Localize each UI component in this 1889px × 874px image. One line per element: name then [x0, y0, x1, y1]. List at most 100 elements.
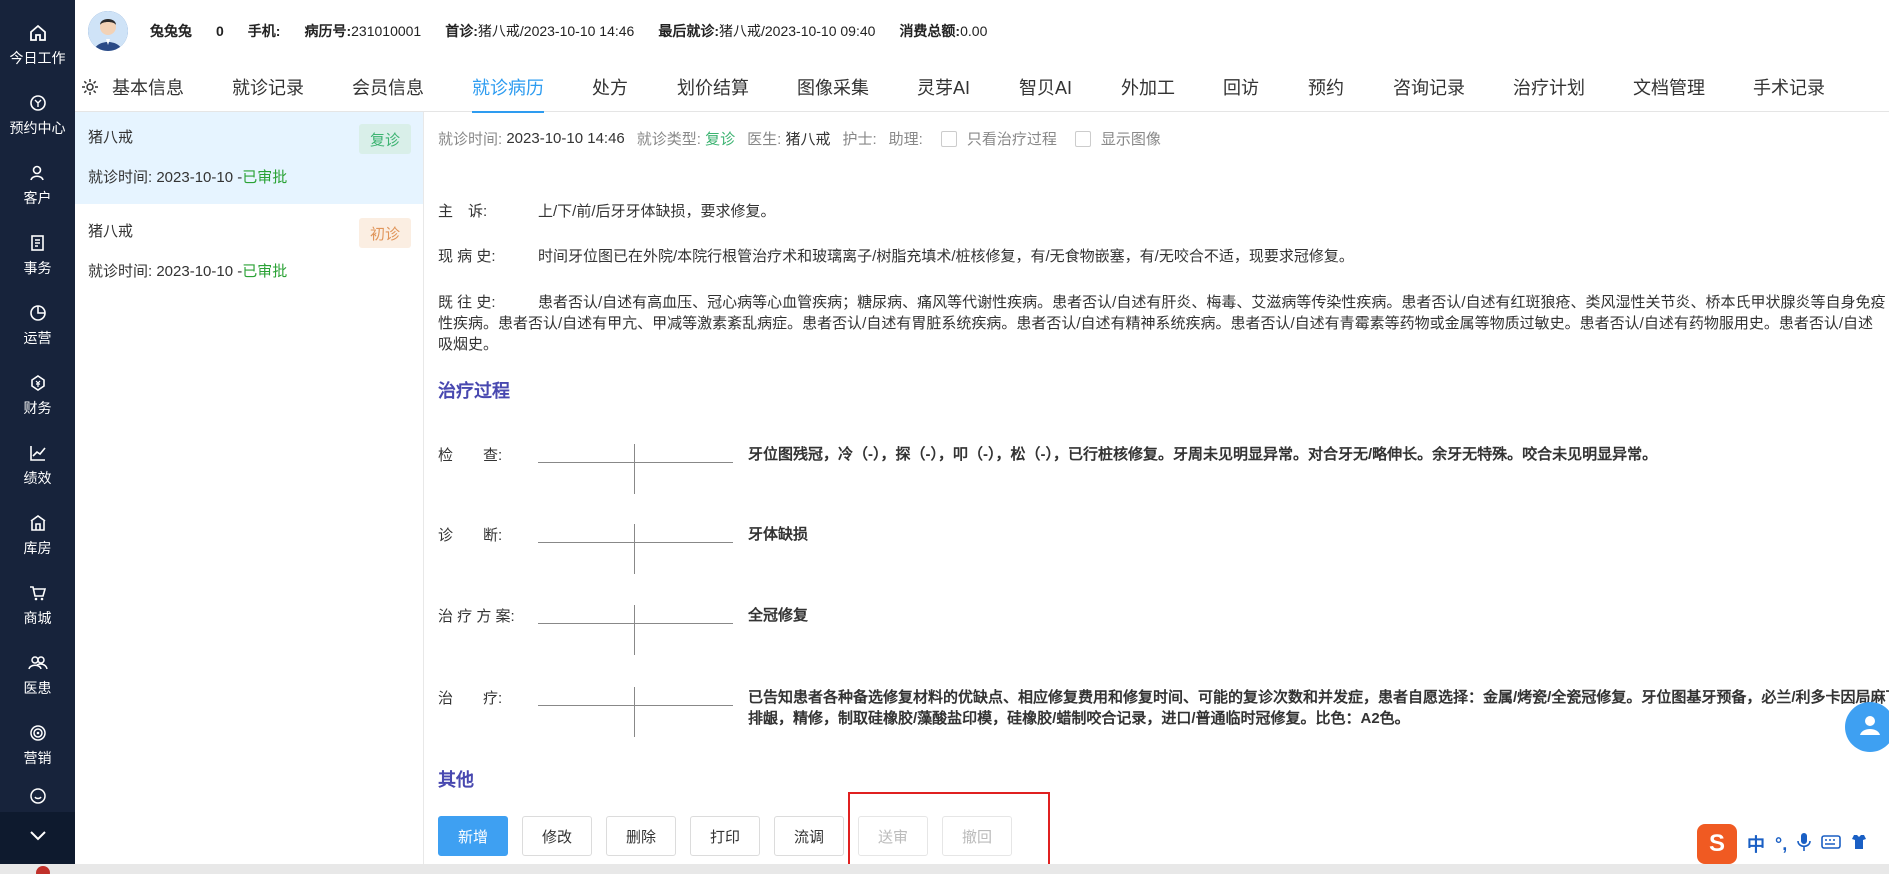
tab-billing[interactable]: 划价结算 — [677, 62, 749, 112]
patient-tabs: 基本信息 就诊记录 会员信息 就诊病历 处方 划价结算 图像采集 灵芽AI 智贝… — [75, 62, 1889, 113]
tab-member-info[interactable]: 会员信息 — [352, 62, 424, 112]
sidebar-item-finance[interactable]: 财务 — [0, 362, 75, 428]
calendar-icon — [27, 92, 49, 114]
user-icon — [1856, 711, 1884, 744]
tab-lingya-ai[interactable]: 灵芽AI — [917, 62, 970, 112]
status-badge: 初诊 — [359, 218, 411, 248]
skin-icon[interactable] — [1851, 833, 1867, 856]
patient-phone: 手机: — [247, 23, 281, 39]
pie-icon — [27, 302, 49, 324]
sidebar-item-label: 营销 — [23, 750, 52, 766]
show-images-checkbox[interactable] — [1074, 130, 1091, 147]
sidebar-item-marketing[interactable]: 营销 — [0, 712, 75, 778]
visit-list: 猪八戒 复诊 就诊时间: 2023-10-10 -已审批 猪八戒 初诊 就诊时间… — [75, 112, 424, 874]
patient-name: 兔兔兔 — [150, 23, 192, 39]
chief-complaint: 主 诉: 上/下/前/后牙牙体缺损，要求修复。 — [438, 203, 776, 220]
tooth-chart[interactable] — [538, 687, 733, 737]
sidebar-item-label: 财务 — [23, 400, 52, 416]
tab-appointment[interactable]: 预约 — [1308, 62, 1344, 112]
tab-treatment-plan[interactable]: 治疗计划 — [1513, 62, 1585, 112]
gear-icon[interactable] — [81, 78, 99, 101]
sidebar-item-operations[interactable]: 运营 — [0, 292, 75, 358]
add-button[interactable]: 新增 — [438, 816, 508, 856]
transfer-button[interactable]: 流调 — [774, 816, 844, 856]
sidebar-item-doctor-patient[interactable]: 医患 — [0, 642, 75, 708]
treatment-row: 治 疗: 已告知患者各种备选修复材料的优缺点、相应修复费用和修复时间、可能的复诊… — [438, 687, 1889, 767]
tooth-chart[interactable] — [538, 524, 733, 574]
only-treatment-label: 只看治疗过程 — [966, 131, 1057, 148]
sidebar-item-label: 医患 — [23, 680, 52, 696]
last-visit: 最后就诊:猪八戒/2023-10-10 09:40 — [658, 23, 876, 39]
record-panel: 就诊时间: 2023-10-10 14:46 就诊类型: 复诊 医生: 猪八戒 … — [424, 112, 1889, 874]
present-illness: 现 病 史: 时间牙位图已在外院/本院行根管治疗术和玻璃离子/树脂充填术/桩核修… — [438, 248, 1354, 265]
tab-basic-info[interactable]: 基本信息 — [112, 62, 184, 112]
visit-time: 就诊时间: 2023-10-10 -已审批 — [88, 169, 288, 186]
notification-dot-icon — [36, 866, 50, 874]
total-spent: 消费总额:0.00 — [899, 23, 988, 39]
sidebar-item-today[interactable]: 今日工作 — [0, 12, 75, 78]
only-treatment-checkbox[interactable] — [940, 130, 957, 147]
home-icon — [27, 22, 49, 44]
tab-image-capture[interactable]: 图像采集 — [797, 62, 869, 112]
visit-info-bar: 就诊时间: 2023-10-10 14:46 就诊类型: 复诊 医生: 猪八戒 … — [438, 130, 1161, 148]
list-item[interactable]: 猪八戒 复诊 就诊时间: 2023-10-10 -已审批 — [75, 112, 423, 204]
customer-service-button[interactable] — [1845, 702, 1889, 752]
highlight-box — [848, 792, 1050, 869]
other-section-title: 其他 — [438, 770, 474, 790]
warehouse-icon — [27, 512, 49, 534]
sidebar-item-label: 事务 — [23, 260, 52, 276]
visit-doctor: 猪八戒 — [88, 223, 134, 240]
delete-button[interactable]: 删除 — [606, 816, 676, 856]
ime-language[interactable]: 中 — [1747, 831, 1765, 857]
list-item[interactable]: 猪八戒 初诊 就诊时间: 2023-10-10 -已审批 — [75, 206, 423, 298]
sidebar-item-label: 预约中心 — [9, 120, 66, 136]
patient-record-no: 病历号:231010001 — [304, 23, 422, 39]
sidebar-item-more[interactable] — [0, 782, 75, 812]
sogou-logo-icon[interactable]: S — [1697, 824, 1737, 864]
microphone-icon[interactable] — [1797, 832, 1812, 857]
print-button[interactable]: 打印 — [690, 816, 760, 856]
past-history: 既 往 史: 患者否认/自述有高血压、冠心病等心血管疾病；糖尿病、痛风等代谢性疾… — [438, 294, 1886, 353]
sidebar-item-label: 客户 — [23, 190, 52, 206]
edit-button[interactable]: 修改 — [522, 816, 592, 856]
user-icon — [27, 162, 49, 184]
tab-prescription[interactable]: 处方 — [592, 62, 628, 112]
tab-medical-record[interactable]: 就诊病历 — [472, 62, 544, 113]
sidebar-item-mall[interactable]: 商城 — [0, 572, 75, 638]
chart-icon — [27, 442, 49, 464]
first-visit: 首诊:猪八戒/2023-10-10 14:46 — [445, 23, 635, 39]
patient-count: 0 — [216, 23, 224, 39]
sidebar-item-appointment[interactable]: 预约中心 — [0, 82, 75, 148]
smile-icon — [27, 784, 49, 806]
tooth-chart[interactable] — [538, 605, 733, 655]
tab-outsourcing[interactable]: 外加工 — [1121, 62, 1175, 112]
sidebar-collapse-toggle[interactable] — [0, 812, 75, 864]
sidebar-item-label: 今日工作 — [9, 50, 66, 66]
money-icon — [27, 372, 49, 394]
sidebar-item-performance[interactable]: 绩效 — [0, 432, 75, 498]
tooth-chart[interactable] — [538, 444, 733, 494]
tab-surgery-records[interactable]: 手术记录 — [1753, 62, 1825, 112]
show-images-label: 显示图像 — [1100, 131, 1161, 148]
people-icon — [27, 652, 49, 674]
avatar[interactable] — [88, 11, 128, 51]
sidebar-item-customer[interactable]: 客户 — [0, 152, 75, 218]
ime-toolbar: S 中 °, — [1697, 824, 1867, 864]
sidebar-item-label: 库房 — [23, 540, 52, 556]
plan-row: 治 疗 方 案: 全冠修复 — [438, 605, 1889, 685]
keyboard-icon[interactable] — [1821, 834, 1842, 855]
tab-documents[interactable]: 文档管理 — [1633, 62, 1705, 112]
diagnosis-row: 诊 断: 牙体缺损 — [438, 524, 1889, 604]
sidebar-item-label: 商城 — [23, 610, 52, 626]
sidebar-item-affairs[interactable]: 事务 — [0, 222, 75, 288]
sidebar-item-warehouse[interactable]: 库房 — [0, 502, 75, 568]
tab-consultation[interactable]: 咨询记录 — [1393, 62, 1465, 112]
tab-visit-records[interactable]: 就诊记录 — [232, 62, 304, 112]
ime-punctuation[interactable]: °, — [1775, 834, 1787, 855]
tab-zhibei-ai[interactable]: 智贝AI — [1019, 62, 1072, 112]
target-icon — [27, 722, 49, 744]
chevron-down-icon — [29, 829, 47, 847]
tab-followup[interactable]: 回访 — [1223, 62, 1259, 112]
sidebar-item-label: 绩效 — [23, 470, 52, 486]
task-icon — [27, 232, 49, 254]
